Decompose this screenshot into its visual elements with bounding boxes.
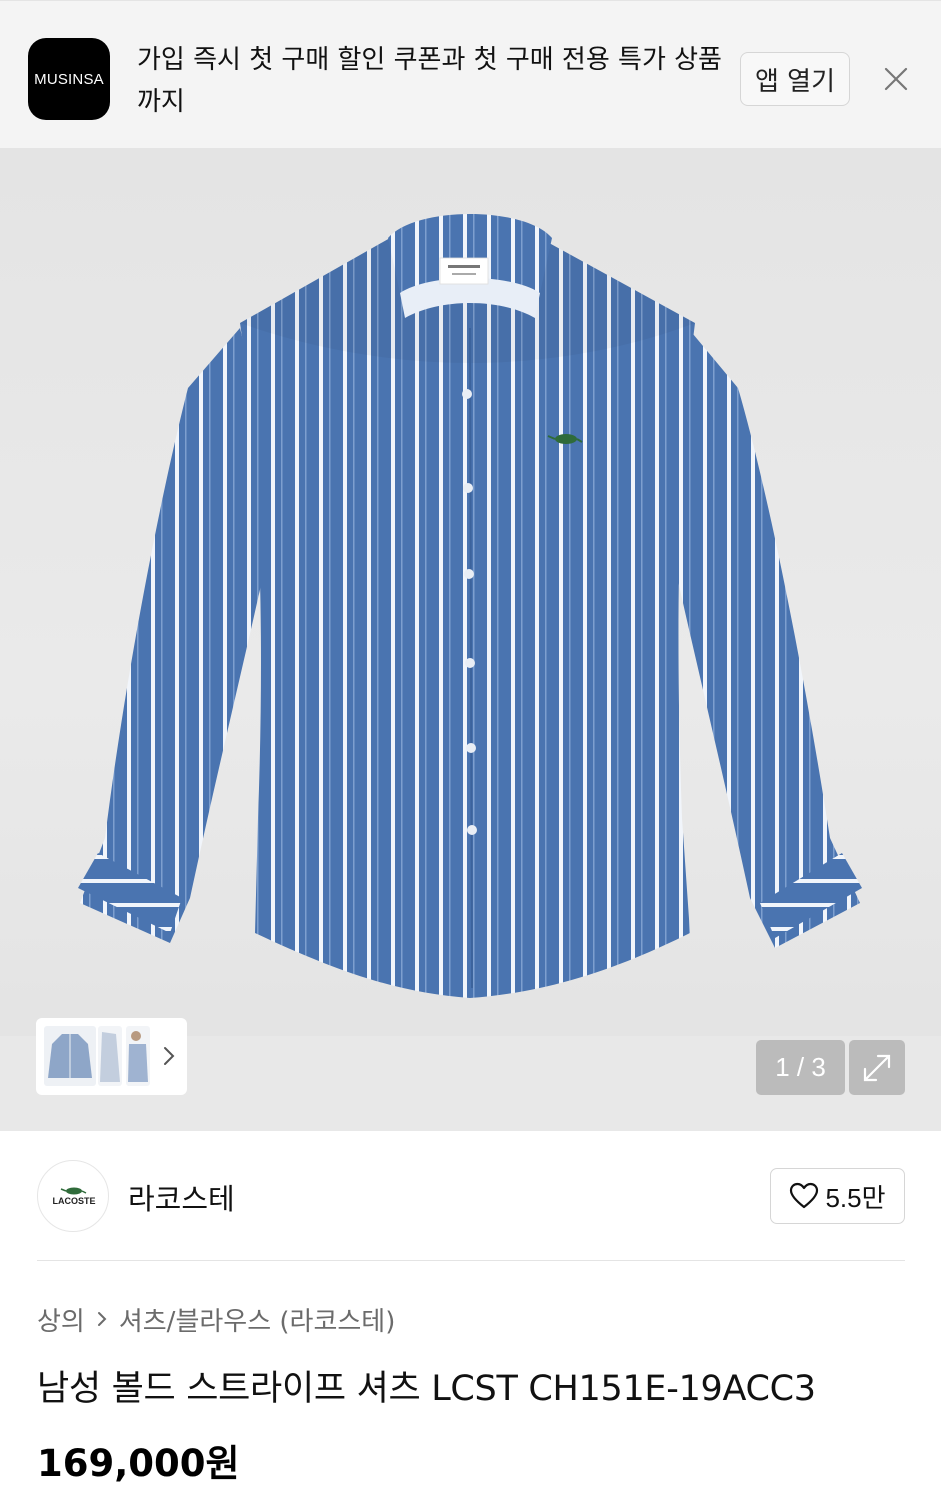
- lacoste-logo-icon: LACOSTE: [52, 1187, 96, 1206]
- product-title: 남성 볼드 스트라이프 셔츠 LCST CH151E-19ACC3: [37, 1369, 816, 1409]
- brand-logo[interactable]: LACOSTE: [37, 1160, 109, 1232]
- thumbnail-3[interactable]: [126, 1026, 150, 1086]
- expand-button[interactable]: [849, 1040, 905, 1095]
- thumbnail-strip[interactable]: [36, 1018, 187, 1095]
- brand-logo-text: LACOSTE: [52, 1196, 95, 1206]
- breadcrumb-category[interactable]: 상의: [37, 1301, 85, 1338]
- heart-icon: [790, 1182, 819, 1209]
- like-button[interactable]: 5.5만: [770, 1168, 905, 1224]
- thumbnail-2[interactable]: [98, 1026, 122, 1086]
- image-counter: 1 / 3: [756, 1040, 845, 1095]
- breadcrumb: 상의 셔츠/블라우스 (라코스테): [37, 1301, 395, 1337]
- banner-message: 가입 즉시 첫 구매 할인 쿠폰과 첫 구매 전용 특가 상품까지: [137, 45, 722, 117]
- close-icon[interactable]: [880, 63, 912, 95]
- brand-name[interactable]: 라코스테: [128, 1176, 235, 1218]
- like-count: 5.5만: [825, 1182, 886, 1213]
- product-image-shirt: [78, 214, 862, 998]
- divider: [37, 1260, 905, 1261]
- chevron-right-icon[interactable]: [161, 1042, 177, 1070]
- chevron-right-icon: [97, 1312, 107, 1326]
- product-image-gallery[interactable]: 1 / 3: [0, 148, 941, 1131]
- open-app-button[interactable]: 앱 열기: [740, 52, 850, 106]
- product-price: 169,000원: [37, 1442, 240, 1485]
- app-install-banner: MUSINSA 가입 즉시 첫 구매 할인 쿠폰과 첫 구매 전용 특가 상품까…: [0, 0, 941, 148]
- musinsa-app-icon[interactable]: MUSINSA: [28, 38, 110, 120]
- thumbnail-1[interactable]: [44, 1026, 96, 1086]
- app-logo-text: MUSINSA: [34, 70, 104, 88]
- expand-icon: [863, 1054, 891, 1081]
- breadcrumb-subcategory[interactable]: 셔츠/블라우스 (라코스테): [119, 1301, 396, 1338]
